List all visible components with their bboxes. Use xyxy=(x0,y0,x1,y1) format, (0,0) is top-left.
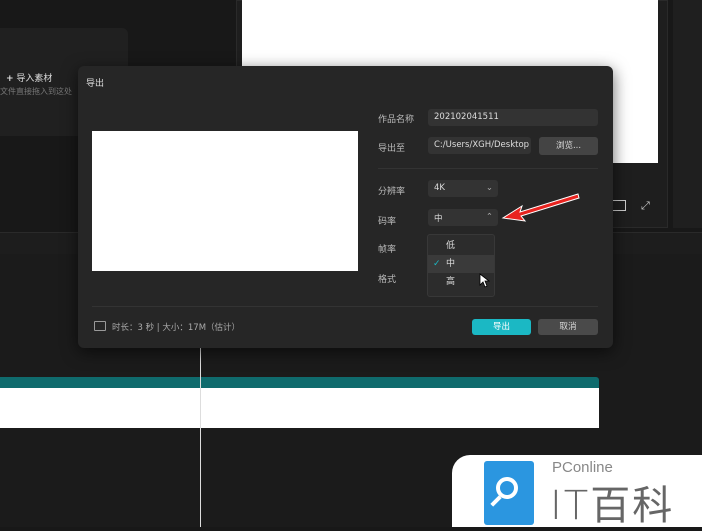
chevron-up-icon: ⌃ xyxy=(485,212,493,222)
path-input[interactable]: C:/Users/XGH/Desktop xyxy=(428,137,531,154)
chevron-down-icon: ⌄ xyxy=(485,183,493,193)
magnifier-logo-icon xyxy=(484,461,534,525)
ratio-icon[interactable] xyxy=(612,200,626,211)
resolution-label: 分辨率 xyxy=(378,187,406,197)
check-icon: ✓ xyxy=(433,259,441,269)
properties-panel xyxy=(673,0,702,228)
bitrate-value: 中 xyxy=(434,214,443,224)
watermark: PConline IT百科 xyxy=(452,455,702,529)
bitrate-select[interactable]: 中 ⌃ xyxy=(428,209,498,226)
export-button[interactable]: 导出 xyxy=(472,319,531,335)
name-input[interactable]: 202102041511 xyxy=(428,109,598,126)
name-label: 作品名称 xyxy=(378,115,415,125)
path-label: 导出至 xyxy=(378,144,406,154)
format-label: 格式 xyxy=(378,275,397,285)
film-icon xyxy=(94,321,106,331)
dialog-title: 导出 xyxy=(86,79,105,89)
video-track-header[interactable] xyxy=(0,377,599,388)
import-media-button[interactable]: + 导入素材 xyxy=(6,71,52,84)
annotation-arrow xyxy=(501,193,580,222)
bitrate-option-low[interactable]: 低 xyxy=(428,237,494,255)
bitrate-option-medium[interactable]: ✓ 中 xyxy=(428,255,494,273)
video-clip[interactable] xyxy=(0,388,599,428)
drop-hint: 文件直接拖入到这处 xyxy=(0,87,72,96)
fullscreen-icon[interactable]: ⤢ xyxy=(641,199,650,213)
bitrate-label: 码率 xyxy=(378,217,397,227)
resolution-value: 4K xyxy=(434,183,445,193)
divider xyxy=(378,168,598,169)
export-info: 时长：3 秒 | 大小：17M（估计） xyxy=(112,323,241,333)
plus-icon: + xyxy=(6,74,14,84)
export-preview xyxy=(92,131,358,271)
cancel-button[interactable]: 取消 xyxy=(538,319,598,335)
cursor-icon xyxy=(479,273,491,288)
playhead[interactable] xyxy=(200,348,201,527)
browse-button[interactable]: 浏览... xyxy=(539,137,598,155)
resolution-select[interactable]: 4K ⌄ xyxy=(428,180,498,197)
brand-name: IT百科 xyxy=(550,483,675,529)
footer-divider xyxy=(92,306,598,307)
framerate-label: 帧率 xyxy=(378,245,397,255)
